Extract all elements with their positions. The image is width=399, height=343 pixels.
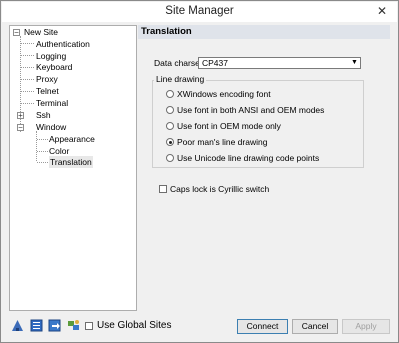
settings-tree[interactable]: − New Site Authentication Logging Keyboa…: [9, 25, 137, 311]
panel-title: Translation: [138, 25, 390, 39]
tree-item-translation[interactable]: Translation: [49, 156, 93, 168]
tree-connector: [21, 79, 34, 80]
dropdown-arrow-icon[interactable]: ▼: [350, 59, 359, 67]
tree-connector: [21, 67, 34, 68]
import-icon[interactable]: [48, 319, 61, 332]
tree-item-window[interactable]: Window: [36, 121, 66, 133]
close-icon[interactable]: ✕: [374, 4, 390, 19]
radio-label-unicode[interactable]: Use Unicode line drawing code points: [177, 153, 319, 163]
tree-item-authentication[interactable]: Authentication: [36, 38, 90, 50]
radio-label-xwindows[interactable]: XWindows encoding font: [177, 89, 271, 99]
tree-item-appearance[interactable]: Appearance: [49, 133, 95, 145]
use-global-sites-label[interactable]: Use Global Sites: [97, 320, 171, 331]
tree-connector: [37, 139, 48, 140]
connect-button[interactable]: Connect: [237, 319, 288, 334]
charset-value: CP437: [202, 58, 228, 68]
tree-connector: [37, 162, 48, 163]
collapse-icon[interactable]: −: [13, 29, 20, 37]
caps-lock-label[interactable]: Caps lock is Cyrillic switch: [170, 184, 269, 194]
document-icon[interactable]: [30, 319, 43, 332]
wizard-icon[interactable]: [11, 319, 24, 332]
radio-ansi-oem[interactable]: [166, 106, 174, 114]
charset-label: Data charset:: [154, 58, 205, 68]
collapse-icon[interactable]: −: [17, 124, 24, 132]
expand-icon[interactable]: +: [17, 112, 24, 120]
cancel-button[interactable]: Cancel: [292, 319, 338, 334]
tree-connector: [21, 91, 34, 92]
charset-select[interactable]: CP437 ▼: [198, 57, 361, 69]
line-drawing-legend: Line drawing: [154, 74, 207, 84]
radio-unicode[interactable]: [166, 154, 174, 162]
tree-item-terminal[interactable]: Terminal: [36, 97, 68, 109]
title-bar: Site Manager ✕: [2, 2, 397, 22]
caps-lock-checkbox[interactable]: [159, 185, 167, 193]
tree-item-new-site[interactable]: New Site: [24, 26, 58, 38]
tree-item-proxy[interactable]: Proxy: [36, 73, 58, 85]
radio-poor-mans[interactable]: [166, 138, 174, 146]
radio-label-ansi-oem[interactable]: Use font in both ANSI and OEM modes: [177, 105, 324, 115]
radio-oem-only[interactable]: [166, 122, 174, 130]
radio-xwindows[interactable]: [166, 90, 174, 98]
radio-label-poor-mans[interactable]: Poor man's line drawing: [177, 137, 267, 147]
use-global-sites-checkbox[interactable]: [85, 322, 93, 330]
tree-item-telnet[interactable]: Telnet: [36, 85, 59, 97]
site-manager-window: Site Manager ✕ − New Site Authentication…: [0, 0, 399, 343]
radio-label-oem-only[interactable]: Use font in OEM mode only: [177, 121, 281, 131]
tree-connector: [21, 103, 34, 104]
tree-connector: [21, 55, 34, 56]
tree-item-ssh[interactable]: Ssh: [36, 109, 51, 121]
tree-connector: [37, 151, 48, 152]
window-title: Site Manager: [165, 5, 234, 17]
network-icon[interactable]: [67, 319, 80, 332]
tree-connector: [36, 131, 37, 161]
tree-connector: [21, 43, 34, 44]
apply-button[interactable]: Apply: [342, 319, 390, 334]
tree-item-keyboard[interactable]: Keyboard: [36, 61, 72, 73]
